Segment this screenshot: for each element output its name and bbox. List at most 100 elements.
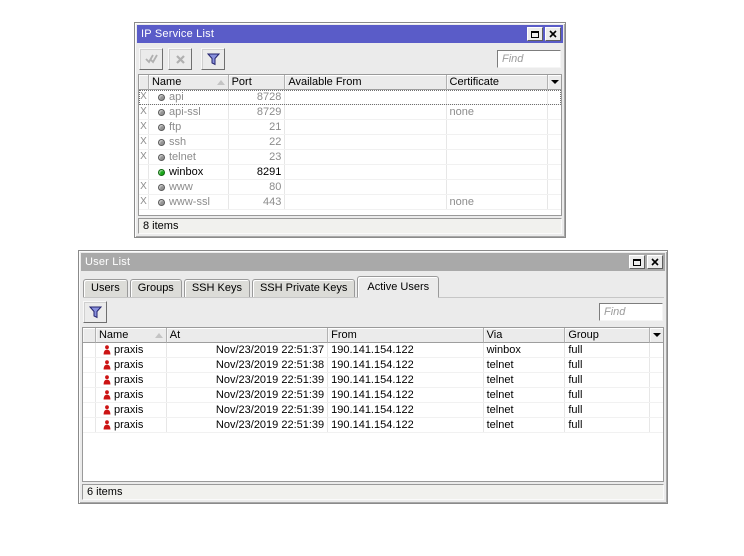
header-certificate[interactable]: Certificate	[446, 75, 549, 90]
window-titlebar[interactable]: User List	[81, 253, 665, 271]
service-status-icon	[157, 138, 165, 146]
table-body: X api 8728 X api-ssl 8729 none X ftp 21 …	[139, 90, 561, 210]
service-status-icon	[157, 183, 165, 191]
service-port: 443	[229, 195, 286, 209]
active-user-row[interactable]: praxis Nov/23/2019 22:51:37 190.141.154.…	[83, 343, 663, 358]
session-via: telnet	[484, 358, 566, 372]
header-available-from[interactable]: Available From	[285, 75, 447, 90]
disable-button[interactable]	[168, 48, 192, 70]
session-from-address: 190.141.154.122	[328, 418, 484, 432]
column-options-button[interactable]	[548, 75, 561, 90]
close-button[interactable]	[647, 255, 663, 269]
service-status-icon	[157, 198, 165, 206]
active-user-row[interactable]: praxis Nov/23/2019 22:51:38 190.141.154.…	[83, 358, 663, 373]
disabled-x-mark: X	[139, 105, 149, 119]
sort-ascending-icon	[154, 332, 163, 338]
header-from-label: From	[331, 329, 357, 341]
filter-button[interactable]	[201, 48, 225, 70]
status-bar: 6 items	[82, 484, 664, 500]
active-user-row[interactable]: praxis Nov/23/2019 22:51:39 190.141.154.…	[83, 403, 663, 418]
header-port[interactable]: Port	[228, 75, 286, 90]
active-user-row[interactable]: praxis Nov/23/2019 22:51:39 190.141.154.…	[83, 418, 663, 433]
maximize-button[interactable]	[629, 255, 645, 269]
header-from[interactable]: From	[328, 328, 484, 343]
service-row[interactable]: X ftp 21	[139, 120, 561, 135]
user-name: praxis	[113, 359, 144, 371]
service-available-from	[285, 120, 447, 134]
header-via-label: Via	[486, 329, 503, 341]
service-row[interactable]: winbox 8291	[139, 165, 561, 180]
service-name: ssh	[168, 136, 187, 148]
row-end-cell	[548, 195, 561, 209]
service-row[interactable]: X api 8728	[139, 90, 561, 105]
ip-service-table: Name Port Available From Certificate X a…	[138, 74, 562, 216]
header-status-column[interactable]	[83, 328, 96, 343]
service-status-icon	[157, 153, 165, 161]
session-time: Nov/23/2019 22:51:37	[167, 343, 329, 357]
header-at[interactable]: At	[166, 328, 329, 343]
tab-users[interactable]: Users	[83, 279, 128, 297]
close-icon	[651, 258, 659, 266]
header-at-label: At	[169, 329, 181, 341]
row-end-cell	[548, 105, 561, 119]
filter-button[interactable]	[83, 301, 107, 323]
header-name[interactable]: Name	[148, 75, 229, 90]
disable-x-icon	[175, 54, 185, 64]
user-icon	[103, 345, 111, 355]
user-icon	[103, 360, 111, 370]
user-list-window: User List Users Groups SSH Keys SSH Priv…	[78, 250, 668, 504]
header-via[interactable]: Via	[483, 328, 566, 343]
service-row[interactable]: X api-ssl 8729 none	[139, 105, 561, 120]
user-name: praxis	[113, 344, 144, 356]
service-row[interactable]: X www-ssl 443 none	[139, 195, 561, 210]
row-end-cell	[650, 403, 663, 417]
close-icon	[549, 30, 557, 38]
row-end-cell	[548, 120, 561, 134]
service-port: 8291	[229, 165, 286, 179]
find-input[interactable]	[497, 50, 561, 68]
tab-active-users[interactable]: Active Users	[357, 276, 440, 298]
table-body: praxis Nov/23/2019 22:51:37 190.141.154.…	[83, 343, 663, 433]
enable-button[interactable]	[139, 48, 163, 70]
active-user-row[interactable]: praxis Nov/23/2019 22:51:39 190.141.154.…	[83, 388, 663, 403]
service-available-from	[285, 165, 447, 179]
service-row[interactable]: X www 80	[139, 180, 561, 195]
toolbar	[79, 298, 667, 327]
service-available-from	[285, 150, 447, 164]
find-input[interactable]	[599, 303, 663, 321]
service-port: 23	[229, 150, 286, 164]
session-from-address: 190.141.154.122	[328, 403, 484, 417]
maximize-button[interactable]	[527, 27, 543, 41]
session-from-address: 190.141.154.122	[328, 373, 484, 387]
tab-ssh-keys[interactable]: SSH Keys	[183, 279, 250, 297]
tab-ssh-private-keys[interactable]: SSH Private Keys	[251, 279, 356, 297]
service-port: 22	[229, 135, 286, 149]
service-status-icon	[157, 93, 165, 101]
column-options-button[interactable]	[650, 328, 663, 343]
active-user-row[interactable]: praxis Nov/23/2019 22:51:39 190.141.154.…	[83, 373, 663, 388]
session-via: telnet	[484, 373, 566, 387]
service-port: 21	[229, 120, 286, 134]
header-status-column[interactable]	[139, 75, 149, 90]
user-name: praxis	[113, 374, 144, 386]
service-certificate	[447, 150, 549, 164]
filter-funnel-icon	[206, 53, 220, 65]
user-icon	[103, 390, 111, 400]
service-row[interactable]: X ssh 22	[139, 135, 561, 150]
close-button[interactable]	[545, 27, 561, 41]
window-titlebar[interactable]: IP Service List	[137, 25, 563, 43]
service-certificate	[447, 180, 549, 194]
disabled-x-mark: X	[139, 90, 149, 104]
session-time: Nov/23/2019 22:51:38	[167, 358, 329, 372]
row-end-cell	[548, 90, 561, 104]
service-row[interactable]: X telnet 23	[139, 150, 561, 165]
toolbar	[135, 45, 565, 74]
tab-groups[interactable]: Groups	[129, 279, 182, 297]
service-certificate	[447, 90, 549, 104]
header-name[interactable]: Name	[95, 328, 167, 343]
row-status-cell	[83, 358, 96, 372]
session-time: Nov/23/2019 22:51:39	[167, 373, 329, 387]
filter-funnel-icon	[88, 306, 102, 318]
header-group[interactable]: Group	[565, 328, 651, 343]
service-port: 80	[229, 180, 286, 194]
